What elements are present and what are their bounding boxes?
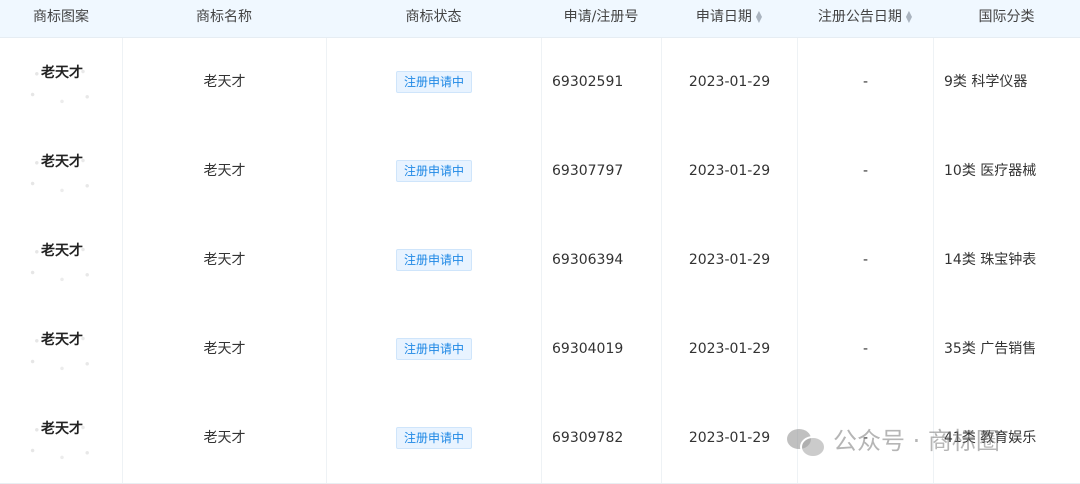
cell-class: 35类 广告销售 [933,305,1080,394]
table-header: 商标图案 商标名称 商标状态 申请/注册号 申请日期 ▲ ▼ 注册公告日期 ▲ ▼ 国际… [0,0,1080,38]
sort-updown-icon[interactable]: ▲ ▼ [756,10,762,24]
cell-apply-date: 2023-01-29 [661,305,797,394]
trademark-logo-image[interactable]: 老天才 [20,149,104,195]
trademark-logo-text: 老天才 [41,421,83,437]
cell-status: 注册申请中 [326,305,541,394]
status-badge: 注册申请中 [395,249,472,271]
cell-status: 注册申请中 [326,38,541,127]
cell-apply-date: 2023-01-29 [661,127,797,216]
cell-apply-date: 2023-01-29 [661,216,797,305]
status-badge: 注册申请中 [395,160,472,182]
cell-name[interactable]: 老天才 [122,127,326,216]
header-apply-date-label: 申请日期 [695,9,752,25]
table-row[interactable]: 老天才 老天才 注册申请中 69304019 2023-01-29-35类 广告销售 [0,305,1080,395]
table-row[interactable]: 老天才 老天才 注册申请中 69302591 2023-01-29-9类 科学仪器 [0,38,1080,128]
cell-announce-date: - [797,127,933,216]
cell-announce-date: - [797,305,933,394]
trademark-logo-image[interactable]: 老天才 [20,60,104,106]
trademark-table: 商标图案 商标名称 商标状态 申请/注册号 申请日期 ▲ ▼ 注册公告日期 ▲ ▼ 国际… [0,0,1080,484]
trademark-logo-text: 老天才 [41,154,83,170]
trademark-logo-text: 老天才 [41,332,83,348]
status-badge: 注册申请中 [395,338,472,360]
sort-updown-icon[interactable]: ▲ ▼ [906,10,912,24]
cell-name[interactable]: 老天才 [122,38,326,127]
cell-status: 注册申请中 [326,394,541,483]
header-status: 商标状态 [405,9,462,25]
cell-name[interactable]: 老天才 [122,216,326,305]
cell-class: 9类 科学仪器 [933,38,1080,127]
cell-status: 注册申请中 [326,216,541,305]
cell-logo: 老天才 [0,216,122,305]
trademark-logo-image[interactable]: 老天才 [20,416,104,462]
cell-reg-no: 69304019 [541,305,661,394]
cell-logo: 老天才 [0,38,122,127]
cell-class: 10类 医疗器械 [933,127,1080,216]
cell-apply-date: 2023-01-29 [661,38,797,127]
cell-name[interactable]: 老天才 [122,305,326,394]
header-name: 商标名称 [196,9,252,25]
cell-announce-date: - [797,216,933,305]
header-announce-date-label: 注册公告日期 [817,9,902,25]
cell-announce-date: - [797,394,933,483]
header-announce-date[interactable]: 注册公告日期 ▲ ▼ [797,0,933,37]
trademark-logo-image[interactable]: 老天才 [20,238,104,284]
cell-name[interactable]: 老天才 [122,394,326,483]
trademark-logo-text: 老天才 [41,65,83,81]
header-logo: 商标图案 [33,9,89,25]
cell-reg-no: 69307797 [541,127,661,216]
cell-logo: 老天才 [0,127,122,216]
table-row[interactable]: 老天才 老天才 注册申请中 69306394 2023-01-29-14类 珠宝钟表 [0,216,1080,306]
status-badge: 注册申请中 [395,71,472,93]
cell-apply-date: 2023-01-29 [661,394,797,483]
table-row[interactable]: 老天才 老天才 注册申请中 69307797 2023-01-29-10类 医疗器械 [0,127,1080,217]
cell-status: 注册申请中 [326,127,541,216]
header-reg-no: 申请/注册号 [563,9,639,25]
cell-reg-no: 69309782 [541,394,661,483]
cell-reg-no: 69306394 [541,216,661,305]
status-badge: 注册申请中 [395,427,472,449]
cell-class: 41类 教育娱乐 [933,394,1080,483]
cell-reg-no: 69302591 [541,38,661,127]
table-row[interactable]: 老天才 老天才 注册申请中 69309782 2023-01-29-41类 教育娱乐 [0,394,1080,484]
trademark-logo-image[interactable]: 老天才 [20,327,104,373]
trademark-logo-text: 老天才 [41,243,83,259]
header-apply-date[interactable]: 申请日期 ▲ ▼ [661,0,797,37]
cell-logo: 老天才 [0,305,122,394]
header-class: 国际分类 [978,9,1035,25]
cell-announce-date: - [797,38,933,127]
cell-logo: 老天才 [0,394,122,483]
cell-class: 14类 珠宝钟表 [933,216,1080,305]
